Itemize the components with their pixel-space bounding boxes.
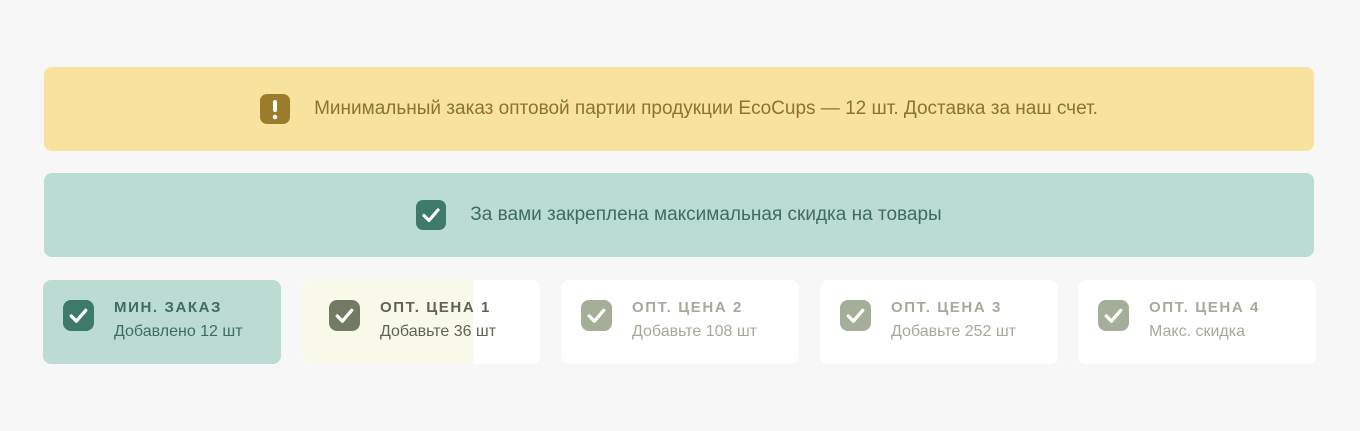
discount-steps: МИН. ЗАКАЗ Добавлено 12 шт ОПТ. ЦЕНА 1 Д… bbox=[43, 280, 1317, 364]
step-subtitle: Добавлено 12 шт bbox=[114, 323, 243, 340]
step-title: ОПТ. ЦЕНА 1 bbox=[380, 299, 491, 316]
min-order-notice: Минимальный заказ оптовой партии продукц… bbox=[44, 67, 1314, 151]
min-order-notice-text: Минимальный заказ оптовой партии продукц… bbox=[314, 98, 1098, 119]
step-title: МИН. ЗАКАЗ bbox=[114, 299, 223, 316]
checkbox-checked-icon bbox=[840, 300, 871, 331]
checkbox-checked-icon bbox=[1098, 300, 1129, 331]
checkbox-checked-icon bbox=[63, 300, 94, 331]
step-wholesale-price-4: ОПТ. ЦЕНА 4 Макс. скидка bbox=[1078, 280, 1316, 364]
discount-notice-text: За вами закреплена максимальная скидка н… bbox=[470, 204, 942, 225]
step-wholesale-price-2: ОПТ. ЦЕНА 2 Добавьте 108 шт bbox=[561, 280, 799, 364]
step-subtitle: Добавьте 108 шт bbox=[632, 323, 757, 340]
step-title: ОПТ. ЦЕНА 3 bbox=[891, 299, 1002, 316]
step-subtitle: Добавьте 36 шт bbox=[380, 323, 497, 340]
step-subtitle: Добавьте 252 шт bbox=[891, 323, 1016, 340]
step-progress-fill bbox=[302, 280, 474, 364]
step-subtitle: Макс. скидка bbox=[1149, 323, 1245, 340]
step-wholesale-price-1: ОПТ. ЦЕНА 1 Добавьте 36 шт bbox=[302, 280, 540, 364]
step-title: ОПТ. ЦЕНА 2 bbox=[632, 299, 743, 316]
discount-notice: За вами закреплена максимальная скидка н… bbox=[44, 173, 1314, 257]
checkbox-checked-icon bbox=[416, 200, 447, 230]
checkbox-checked-icon bbox=[329, 300, 360, 331]
step-min-order: МИН. ЗАКАЗ Добавлено 12 шт bbox=[43, 280, 281, 364]
step-title: ОПТ. ЦЕНА 4 bbox=[1149, 299, 1260, 316]
exclamation-icon bbox=[260, 94, 291, 124]
step-wholesale-price-3: ОПТ. ЦЕНА 3 Добавьте 252 шт bbox=[820, 280, 1058, 364]
checkbox-checked-icon bbox=[581, 300, 612, 331]
